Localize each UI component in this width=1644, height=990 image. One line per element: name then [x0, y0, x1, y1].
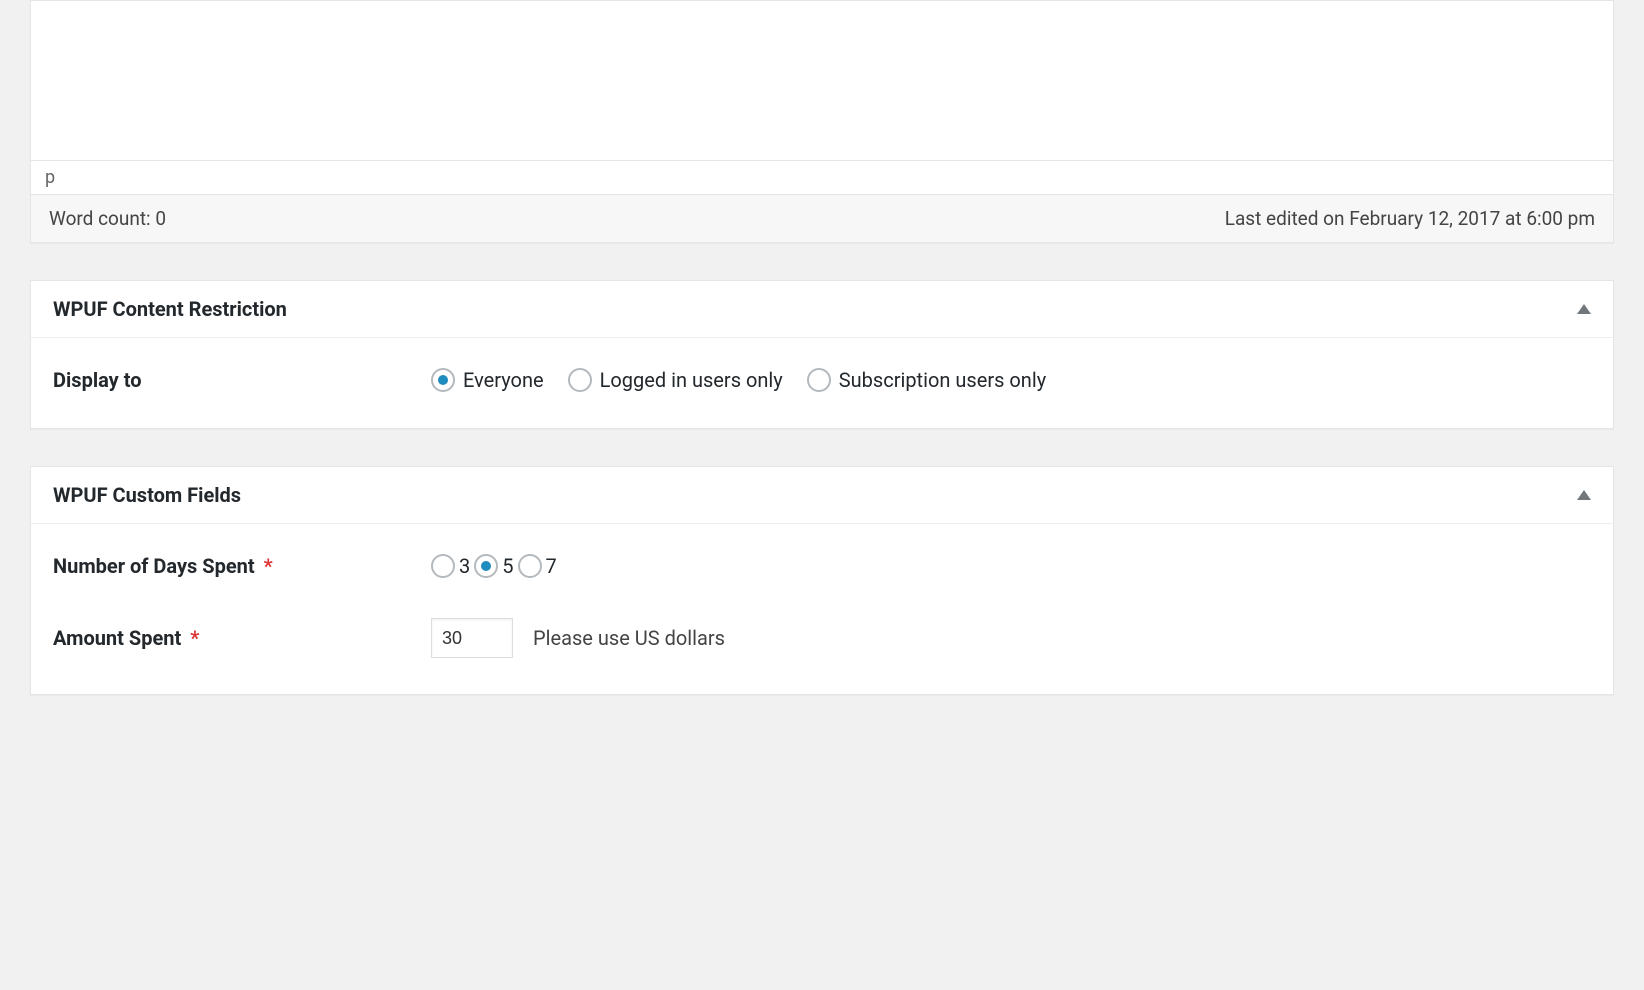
panel-title: WPUF Content Restriction	[53, 297, 287, 321]
amount-spent-row: Amount Spent * Please use US dollars	[53, 618, 1591, 658]
radio-option-7[interactable]: 7	[518, 554, 557, 578]
content-restriction-panel: WPUF Content Restriction Display to Ever…	[30, 280, 1614, 429]
panel-header: WPUF Custom Fields	[31, 467, 1613, 524]
days-spent-options: 3 5 7	[431, 554, 557, 578]
radio-label: Everyone	[463, 368, 544, 392]
radio-icon	[431, 554, 455, 578]
radio-icon	[807, 368, 831, 392]
panel-body: Display to Everyone Logged in users only…	[31, 338, 1613, 428]
required-indicator: *	[190, 626, 199, 650]
radio-label: 7	[546, 554, 557, 578]
collapse-toggle-icon[interactable]	[1577, 490, 1591, 500]
days-spent-label: Number of Days Spent *	[53, 554, 431, 578]
amount-spent-input[interactable]	[431, 618, 513, 658]
word-count-label: Word count: 0	[49, 207, 166, 230]
radio-option-logged-in[interactable]: Logged in users only	[568, 368, 783, 392]
panel-title: WPUF Custom Fields	[53, 483, 241, 507]
last-edited-label: Last edited on February 12, 2017 at 6:00…	[1225, 207, 1595, 230]
display-to-label: Display to	[53, 368, 431, 392]
days-spent-row: Number of Days Spent * 3 5 7	[53, 554, 1591, 578]
amount-spent-controls: Please use US dollars	[431, 618, 725, 658]
radio-icon	[431, 368, 455, 392]
display-to-row: Display to Everyone Logged in users only…	[53, 368, 1591, 392]
amount-spent-help: Please use US dollars	[533, 626, 725, 650]
display-to-options: Everyone Logged in users only Subscripti…	[431, 368, 1062, 392]
radio-option-subscription[interactable]: Subscription users only	[807, 368, 1046, 392]
editor-status-bar: Word count: 0 Last edited on February 12…	[31, 195, 1613, 242]
editor-content-area[interactable]	[31, 1, 1613, 161]
radio-option-5[interactable]: 5	[474, 554, 513, 578]
custom-fields-panel: WPUF Custom Fields Number of Days Spent …	[30, 466, 1614, 695]
amount-spent-label: Amount Spent *	[53, 626, 431, 650]
radio-option-everyone[interactable]: Everyone	[431, 368, 544, 392]
required-indicator: *	[264, 554, 273, 578]
radio-option-3[interactable]: 3	[431, 554, 470, 578]
panel-body: Number of Days Spent * 3 5 7	[31, 524, 1613, 694]
label-text: Amount Spent	[53, 626, 181, 650]
panel-header: WPUF Content Restriction	[31, 281, 1613, 338]
radio-label: Logged in users only	[600, 368, 783, 392]
radio-label: 5	[502, 554, 513, 578]
radio-label: 3	[459, 554, 470, 578]
label-text: Number of Days Spent	[53, 554, 255, 578]
editor-box: p Word count: 0 Last edited on February …	[30, 0, 1614, 243]
radio-icon	[474, 554, 498, 578]
radio-icon	[568, 368, 592, 392]
radio-icon	[518, 554, 542, 578]
radio-label: Subscription users only	[839, 368, 1046, 392]
collapse-toggle-icon[interactable]	[1577, 304, 1591, 314]
editor-element-path[interactable]: p	[31, 161, 1613, 195]
